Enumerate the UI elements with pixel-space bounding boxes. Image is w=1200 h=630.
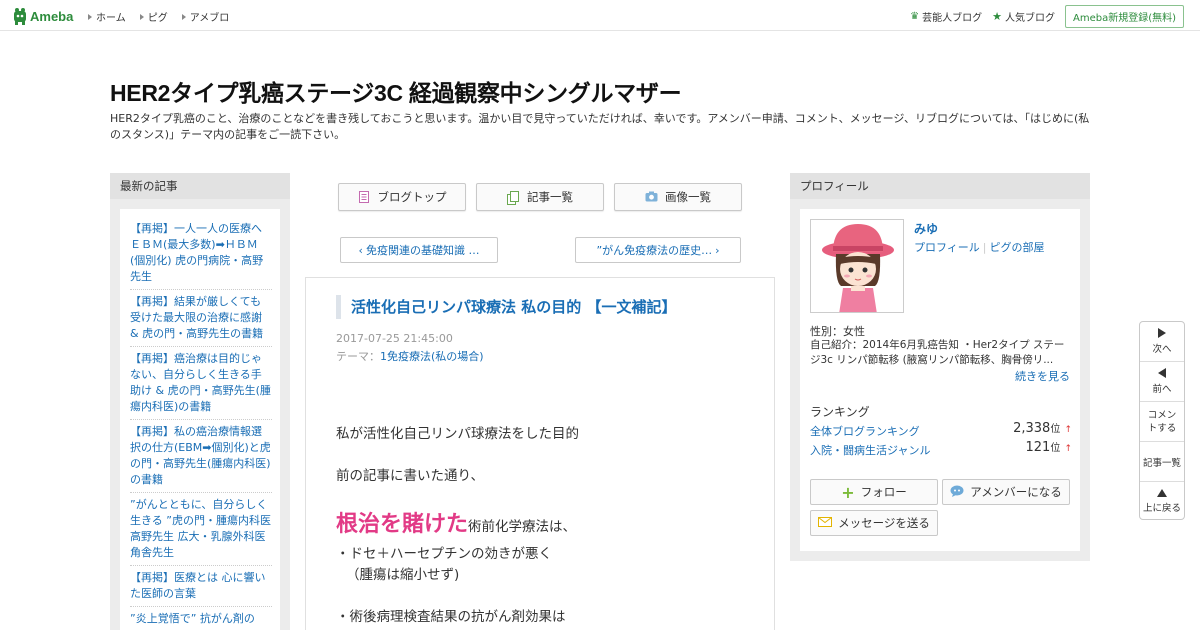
article-paragraph: 私が活性化自己リンパ球療法をした目的 [336, 426, 579, 442]
article: 活性化自己リンパ球療法 私の目的 【一文補記】 2017-07-25 21:45… [305, 277, 775, 630]
article-paragraph: ・ドセ＋ハーセプチンの効きが悪く [336, 546, 552, 562]
blog-title[interactable]: HER2タイプ乳癌ステージ3C 経過観察中シングルマザー [110, 74, 682, 108]
ranking-label[interactable]: 全体ブログランキング [810, 425, 920, 438]
pigg-room-link[interactable]: ピグの部屋 [990, 241, 1045, 254]
ranking-value: 121位 ↑ [1025, 440, 1072, 455]
nav-ameblo[interactable]: アメブロ [181, 9, 229, 24]
celebrity-blog-link[interactable]: ♛ 芸能人ブログ [910, 9, 982, 24]
arrow-up-icon [1157, 488, 1167, 497]
blog-top-button[interactable]: ブログトップ [338, 183, 466, 211]
camera-icon [645, 191, 658, 203]
rank-up-icon: ↑ [1064, 425, 1072, 435]
nav-home[interactable]: ホーム [88, 9, 126, 24]
chevron-left-icon: ‹ [358, 243, 363, 257]
play-right-icon [1158, 328, 1166, 338]
profile-panel: プロフィール みゆ プロフィール | ピグの部屋 性別：女性 自己紹介：2014… [790, 173, 1090, 561]
chat-icon [950, 485, 964, 500]
profile-links: プロフィール | ピグの部屋 [914, 239, 1045, 255]
global-nav: ホーム ピグ アメブロ [88, 9, 243, 24]
top-right-links: ♛ 芸能人ブログ ★ 人気ブログ Ameba新規登録(無料) [910, 5, 1184, 28]
envelope-icon [818, 516, 833, 530]
follow-button[interactable]: + フォロー [810, 479, 938, 505]
star-icon: ★ [992, 10, 1002, 23]
recent-article-link[interactable]: 【再掲】私の癌治療情報選択の仕方(EBM➡個別化)と虎の門・高野先生(腫瘍内科医… [130, 420, 272, 493]
ranking-heading: ランキング [810, 405, 870, 419]
signup-button[interactable]: Ameba新規登録(無料) [1064, 5, 1184, 28]
back-to-top-button[interactable]: 上に戻る [1140, 482, 1184, 520]
copy-icon [507, 191, 519, 205]
article-paragraph: 前の記事に書いた通り、 [336, 468, 484, 484]
nav-arrow-icon [139, 13, 144, 20]
floating-nav: 次へ 前へ コメントする 記事一覧 上に戻る [1139, 321, 1185, 520]
amember-button[interactable]: アメンバーになる [942, 479, 1070, 505]
send-message-button[interactable]: メッセージを送る [810, 510, 938, 536]
nav-arrow-icon [181, 13, 186, 20]
next-button[interactable]: 次へ [1140, 322, 1184, 362]
recent-article-link[interactable]: 【再掲】医療とは 心に響いた医師の言葉 [130, 566, 272, 607]
prev-article-link[interactable]: ‹ 免疫関連の基礎知識 … [340, 237, 498, 263]
article-theme: テーマ：1免疫療法(私の場合) [336, 350, 484, 363]
recent-article-link[interactable]: ”がんとともに、自分らしく生きる ”虎の門・腫瘍内科医 高野先生 広大・乳腺外科… [130, 493, 272, 566]
profile-link[interactable]: プロフィール [914, 241, 980, 254]
ranking-value: 2,338位 ↑ [1013, 421, 1072, 436]
ameba-logo[interactable]: Ameba [13, 6, 73, 26]
nav-arrow-icon [88, 13, 92, 20]
avatar[interactable] [810, 219, 904, 313]
ranking-row: 全体ブログランキング 2,338位 ↑ [810, 421, 1072, 439]
document-icon [358, 191, 370, 203]
read-more-link[interactable]: 続きを見る [1015, 368, 1070, 384]
article-list-button[interactable]: 記事一覧 [476, 183, 604, 211]
recent-article-link[interactable]: 【再掲】一人一人の医療へ ＥＢＭ(最大多数)➡ＨＢＭ(個別化) 虎の門病院・高野… [130, 217, 272, 290]
article-paragraph: ・術後病理検査結果の抗がん剤効果は [336, 609, 566, 625]
article-paragraph: （腫瘍は縮小せず) [346, 567, 460, 583]
blog-description: HER2タイプ乳癌のこと、治療のことなどを書き残しておこうと思います。温かい目で… [110, 112, 1090, 141]
top-bar: Ameba ホーム ピグ アメブロ ♛ 芸能人ブログ ★ 人気ブログ Ameba新規… [0, 0, 1200, 31]
next-article-link[interactable]: ”がん免疫療法の歴史… › [575, 237, 741, 263]
play-left-icon [1158, 368, 1166, 378]
ameba-brand: Ameba [30, 8, 74, 24]
plus-icon: + [841, 482, 855, 502]
image-list-button[interactable]: 画像一覧 [614, 183, 742, 211]
ranking-row: 入院・闘病生活ジャンル 121位 ↑ [810, 440, 1072, 458]
article-highlight: 根治を賭けた [336, 512, 469, 537]
article-list-side-button[interactable]: 記事一覧 [1140, 442, 1184, 482]
recent-article-link[interactable]: ”炎上覚悟で” 抗がん剤の [130, 607, 272, 630]
profile-intro: 自己紹介：2014年6月乳癌告知 ・Her2タイプ ステージ3c リンパ節転移 … [810, 339, 1065, 366]
chevron-right-icon: › [715, 243, 720, 257]
recent-articles-list: 【再掲】一人一人の医療へ ＥＢＭ(最大多数)➡ＨＢＭ(個別化) 虎の門病院・高野… [120, 209, 280, 630]
theme-link[interactable]: 1免疫療法(私の場合) [380, 350, 484, 363]
article-title[interactable]: 活性化自己リンパ球療法 私の目的 【一文補記】 [336, 295, 676, 319]
profile-heading: プロフィール [790, 173, 1090, 199]
prev-button[interactable]: 前へ [1140, 362, 1184, 402]
profile-box: みゆ プロフィール | ピグの部屋 性別：女性 自己紹介：2014年6月乳癌告知 ・… [800, 209, 1080, 551]
comment-button[interactable]: コメントする [1140, 402, 1184, 442]
rank-up-icon: ↑ [1064, 444, 1072, 454]
separator: | [982, 241, 987, 254]
recent-articles-panel: 最新の記事 【再掲】一人一人の医療へ ＥＢＭ(最大多数)➡ＨＢＭ(個別化) 虎の… [110, 173, 290, 630]
popular-blog-link[interactable]: ★ 人気ブログ [992, 9, 1055, 24]
profile-gender: 性別：女性 [810, 325, 865, 338]
recent-article-link[interactable]: 【再掲】結果が厳しくても受けた最大限の治療に感謝 & 虎の門・高野先生の書籍 [130, 290, 272, 347]
article-date: 2017-07-25 21:45:00 [336, 332, 453, 345]
ameba-logo-icon [13, 7, 27, 25]
profile-name[interactable]: みゆ [914, 220, 938, 237]
ranking-label[interactable]: 入院・闘病生活ジャンル [810, 444, 930, 457]
article-paragraph: 根治を賭けた術前化学療法は、 [336, 512, 577, 537]
recent-articles-heading: 最新の記事 [110, 173, 290, 199]
recent-article-link[interactable]: 【再掲】癌治療は目的じゃない、自分らしく生きる手助け & 虎の門・高野先生(腫瘍… [130, 347, 272, 420]
nav-pigg[interactable]: ピグ [139, 9, 168, 24]
crown-icon: ♛ [910, 11, 920, 22]
